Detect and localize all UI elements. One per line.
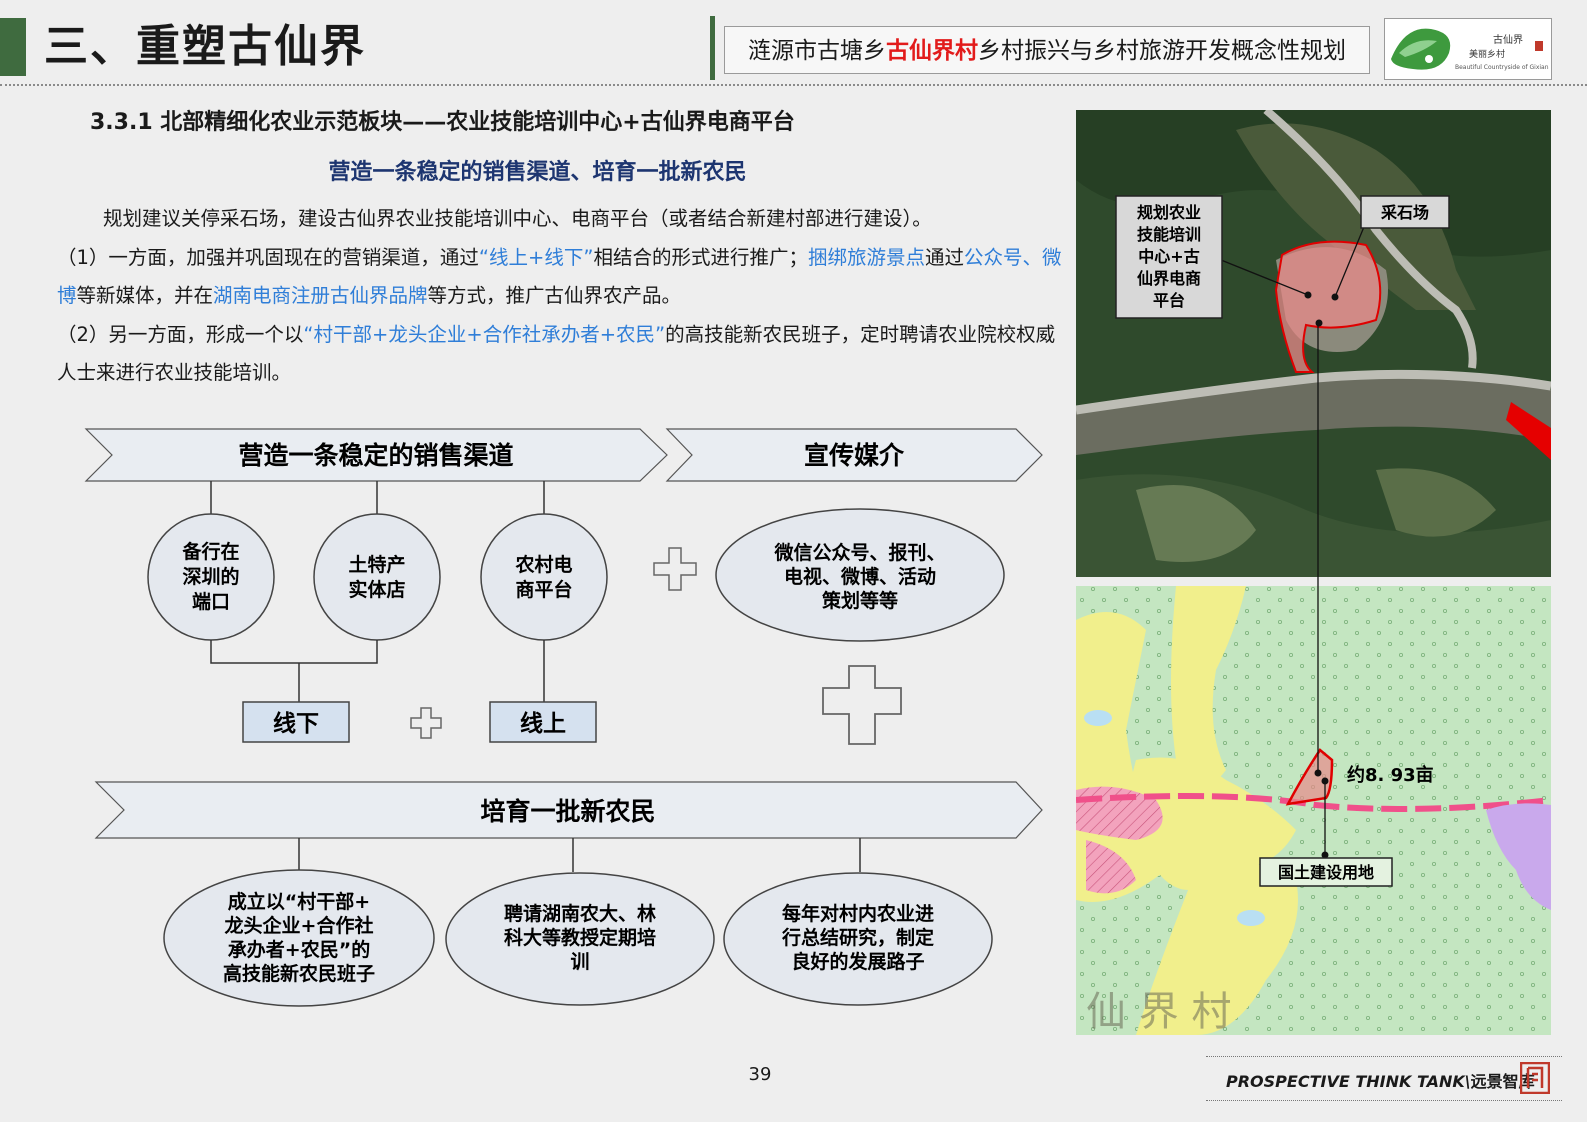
land-use-map: 仙 界 村 bbox=[1076, 586, 1551, 1035]
research-line: 行总结研究，制定 bbox=[781, 926, 934, 949]
research-line: 良好的发展路子 bbox=[791, 950, 924, 973]
banner-media-label: 宣传媒介 bbox=[804, 441, 905, 470]
circle-shenzhen-line: 深圳的 bbox=[182, 565, 239, 588]
site-map-panels: 规划农业 技能培训 中心+古 仙界电商 平台 采石场 仙 界 村 约8. 93亩… bbox=[1076, 110, 1551, 1035]
circle-ecommerce-line: 农村电 bbox=[514, 553, 572, 576]
callout-center-line: 规划农业 bbox=[1137, 203, 1201, 222]
callout-quarry-label: 采石场 bbox=[1380, 203, 1429, 222]
plan-title-highlight: 古仙界村 bbox=[886, 38, 978, 64]
p3-text: （2）另一方面，形成一个以 bbox=[57, 322, 304, 346]
logo-english: Beautiful Countryside of Gixian bbox=[1455, 64, 1549, 71]
p2-text: 等新媒体，并在 bbox=[76, 284, 214, 307]
p2-text: 等方式，推广古仙界农产品。 bbox=[427, 284, 682, 307]
p2-tourism: 捆绑旅游景点 bbox=[807, 245, 925, 269]
circle-shenzhen-line: 备行在 bbox=[181, 540, 239, 563]
footer-rule-bottom bbox=[1206, 1100, 1562, 1101]
strategy-diagram: 营造一条稳定的销售渠道 宣传媒介 备行在 深圳的 端口 土特产 实体店 农村电 … bbox=[84, 428, 1043, 1007]
p2-text: （1）一方面，加强并巩固现在的营销渠道，通过 bbox=[57, 245, 479, 269]
offline-label: 线下 bbox=[273, 710, 319, 737]
research-line: 每年对村内农业进 bbox=[782, 902, 934, 925]
callout-center-line: 平台 bbox=[1153, 291, 1185, 310]
training-line: 训 bbox=[570, 951, 589, 973]
section-title: 三、重塑古仙界 bbox=[44, 21, 366, 72]
p2-text: 通过 bbox=[925, 245, 965, 269]
project-logo: 古仙界 美丽乡村 Beautiful Countryside of Gixian bbox=[1384, 18, 1552, 80]
plus-icon bbox=[653, 547, 697, 591]
footer-rule bbox=[1206, 1056, 1562, 1057]
subheading: 3.3.1 北部精细化农业示范板块——农业技能培训中心+古仙界电商平台 bbox=[90, 110, 795, 135]
circle-ecommerce bbox=[480, 513, 608, 641]
plus-icon-large bbox=[822, 665, 902, 745]
plan-title-box: 涟源市古塘乡古仙界村乡村振兴与乡村旅游开发概念性规划 bbox=[724, 26, 1370, 74]
plus-icon bbox=[410, 707, 442, 739]
slogan: 营造一条稳定的销售渠道、培育一批新农民 bbox=[328, 160, 747, 185]
land-use-label: 国土建设用地 bbox=[1278, 863, 1374, 882]
circle-store-line: 土特产 bbox=[348, 553, 405, 576]
brand-logo-icon bbox=[1520, 1062, 1550, 1094]
circle-local-store bbox=[313, 513, 441, 641]
banner-sales-label: 营造一条稳定的销售渠道 bbox=[238, 441, 513, 470]
training-line: 科大等教授定期培 bbox=[504, 926, 656, 949]
farmer-team-line: 承办者+农民”的 bbox=[228, 938, 370, 961]
paragraph-1: 规划建议关停采石场，建设古仙界农业技能培训中心、电商平台（或者结合新建村部进行建… bbox=[103, 207, 932, 230]
circle-ecommerce-line: 商平台 bbox=[515, 578, 572, 601]
p2-text: 相结合的形式进行推广； bbox=[593, 245, 808, 269]
header-divider bbox=[710, 16, 715, 80]
training-line: 聘请湖南农大、林 bbox=[504, 902, 656, 925]
p3-team: “村干部+龙头企业+合作社承办者+农民” bbox=[303, 322, 666, 346]
farmer-team-line: 高技能新农民班子 bbox=[223, 962, 375, 985]
area-label: 约8. 93亩 bbox=[1347, 764, 1434, 786]
satellite-image bbox=[1076, 110, 1551, 577]
logo-subtitle: 美丽乡村 bbox=[1469, 48, 1505, 60]
header-accent-bar bbox=[0, 18, 26, 76]
circle-store-line: 实体店 bbox=[348, 578, 405, 601]
media-line: 策划等等 bbox=[822, 589, 898, 612]
body-text: 规划建议关停采石场，建设古仙界农业技能培训中心、电商平台（或者结合新建村部进行建… bbox=[57, 200, 1069, 393]
header-dotted-rule bbox=[0, 84, 1587, 86]
plan-title-prefix: 涟源市古塘乡 bbox=[748, 38, 886, 64]
circle-shenzhen-line: 端口 bbox=[192, 590, 230, 613]
paragraph-2: （1）一方面，加强并巩固现在的营销渠道，通过“线上+线下”相结合的形式进行推广；… bbox=[57, 239, 1069, 316]
banner-farmers-label: 培育一批新农民 bbox=[480, 797, 655, 826]
media-line: 电视、微博、活动 bbox=[784, 565, 936, 588]
media-line: 微信公众号、报刊、 bbox=[773, 541, 945, 564]
callout-center-line: 技能培训 bbox=[1137, 225, 1201, 244]
online-label: 线上 bbox=[520, 710, 566, 737]
paragraph-3: （2）另一方面，形成一个以“村干部+龙头企业+合作社承办者+农民”的高技能新农民… bbox=[57, 316, 1069, 393]
callout-center-line: 中心+古 bbox=[1138, 247, 1199, 266]
callout-center-line: 仙界电商 bbox=[1137, 269, 1201, 288]
plan-title-suffix: 乡村振兴与乡村旅游开发概念性规划 bbox=[978, 38, 1346, 64]
farmer-team-line: 龙头企业+合作社 bbox=[225, 914, 374, 937]
p2-brand: 湖南电商注册古仙界品牌 bbox=[213, 284, 428, 307]
logo-title: 古仙界 bbox=[1493, 33, 1523, 46]
p2-online-offline: “线上+线下” bbox=[478, 245, 594, 269]
farmer-team-line: 成立以“村干部+ bbox=[228, 890, 370, 913]
map-watermark-text: 仙 界 村 bbox=[1086, 989, 1231, 1035]
brand-english: PROSPECTIVE THINK TANK\ bbox=[1226, 1072, 1471, 1091]
footer-brand: PROSPECTIVE THINK TANK\远景智库 bbox=[1226, 1068, 1535, 1092]
